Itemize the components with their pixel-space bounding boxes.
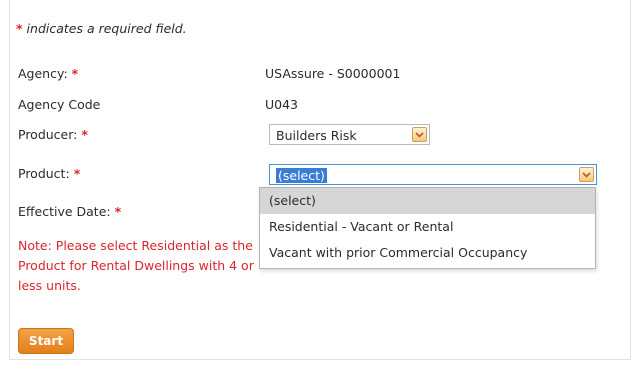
producer-select[interactable]: Builders Risk (269, 124, 430, 145)
product-dropdown-list: (select) Residential - Vacant or Rental … (259, 187, 596, 269)
producer-label: Producer: * (18, 127, 88, 142)
agency-value: USAssure - S0000001 (265, 66, 401, 81)
required-star: * (73, 166, 81, 181)
rental-dwellings-note: Note: Please select Residential as the P… (18, 238, 254, 293)
product-select[interactable]: (select) (269, 164, 597, 185)
required-star: * (81, 127, 88, 142)
effective-date-label: Effective Date: * (18, 204, 122, 219)
agency-label: Agency: * (18, 66, 79, 81)
required-field-note: * indicates a required field. (16, 21, 187, 36)
agency-code-label: Agency Code (18, 97, 101, 112)
start-button[interactable]: Start (18, 328, 74, 354)
product-select-value: (select) (276, 168, 327, 183)
product-option-vacant-commercial[interactable]: Vacant with prior Commercial Occupancy (260, 240, 595, 266)
product-option-select[interactable]: (select) (260, 188, 595, 214)
product-label: Product: * (18, 166, 81, 181)
product-option-residential[interactable]: Residential - Vacant or Rental (260, 214, 595, 240)
required-star: * (16, 21, 23, 36)
chevron-down-icon[interactable] (412, 127, 427, 142)
producer-select-value: Builders Risk (276, 128, 357, 143)
required-star: * (114, 204, 122, 219)
required-note-text: indicates a required field. (26, 21, 187, 36)
required-star: * (71, 66, 79, 81)
chevron-down-icon[interactable] (579, 167, 594, 182)
agency-code-value: U043 (265, 97, 299, 112)
